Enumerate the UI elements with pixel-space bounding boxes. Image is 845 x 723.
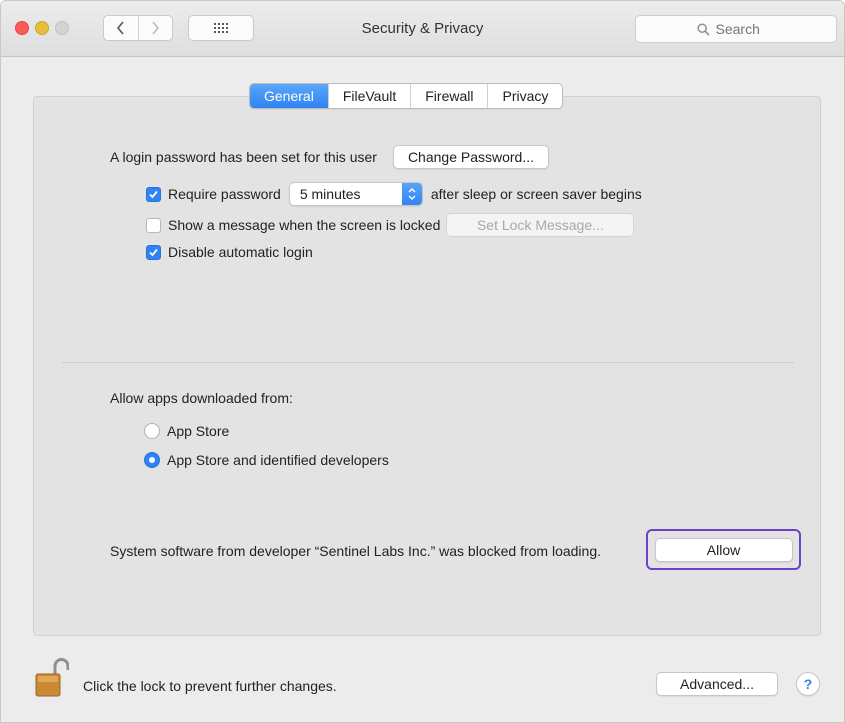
set-lock-message-button[interactable]: Set Lock Message...	[446, 213, 635, 237]
advanced-button[interactable]: Advanced...	[656, 672, 778, 696]
search-field[interactable]	[635, 15, 837, 43]
tab-filevault[interactable]: FileVault	[327, 84, 410, 108]
checkmark-icon	[149, 190, 158, 198]
require-password-checkbox[interactable]	[146, 186, 161, 202]
radio-identified-developers-row[interactable]: App Store and identified developers	[144, 452, 389, 468]
updown-arrows-icon	[401, 183, 422, 205]
radio-identified-developers-label: App Store and identified developers	[167, 452, 389, 468]
security-privacy-window: Security & Privacy General FileVault Fir…	[0, 0, 845, 723]
login-password-row: A login password has been set for this u…	[110, 145, 550, 169]
disable-auto-login-checkbox[interactable]	[146, 244, 161, 260]
login-password-text: A login password has been set for this u…	[110, 149, 377, 165]
lock-message: Click the lock to prevent further change…	[83, 678, 337, 694]
tab-firewall[interactable]: Firewall	[410, 84, 487, 108]
tab-privacy[interactable]: Privacy	[487, 84, 562, 108]
checkmark-icon	[149, 248, 158, 256]
tab-general[interactable]: General	[250, 84, 328, 108]
require-password-suffix: after sleep or screen saver begins	[430, 186, 642, 202]
search-icon	[696, 22, 710, 36]
blocked-software-message: System software from developer “Sentinel…	[110, 543, 602, 559]
disable-auto-login-label: Disable automatic login	[168, 244, 313, 260]
change-password-button[interactable]: Change Password...	[392, 145, 550, 169]
search-input[interactable]	[715, 21, 776, 37]
radio-app-store-label: App Store	[167, 423, 230, 439]
disable-auto-login-row: Disable automatic login	[146, 244, 313, 260]
section-divider	[62, 362, 794, 363]
allow-button-highlight: Allow	[646, 529, 801, 570]
radio-app-store[interactable]	[144, 423, 160, 439]
allow-apps-heading-row: Allow apps downloaded from:	[110, 390, 293, 406]
help-button[interactable]: ?	[796, 672, 820, 696]
show-message-label: Show a message when the screen is locked	[168, 217, 441, 233]
allow-apps-label: Allow apps downloaded from:	[110, 390, 293, 406]
general-panel: A login password has been set for this u…	[33, 96, 821, 636]
require-password-delay-value: 5 minutes	[299, 186, 361, 202]
radio-app-store-row[interactable]: App Store	[144, 423, 229, 439]
radio-identified-developers[interactable]	[144, 452, 160, 468]
show-message-checkbox[interactable]	[146, 217, 161, 233]
tab-bar: General FileVault Firewall Privacy	[249, 83, 564, 109]
show-message-row: Show a message when the screen is locked…	[146, 213, 635, 237]
require-password-row: Require password 5 minutes after sleep o…	[146, 182, 642, 206]
footer-bar: Click the lock to prevent further change…	[1, 641, 844, 722]
require-password-label: Require password	[168, 186, 281, 202]
require-password-delay-select[interactable]: 5 minutes	[288, 182, 423, 206]
allow-button[interactable]: Allow	[654, 537, 793, 562]
unlocked-padlock-icon[interactable]	[35, 657, 69, 697]
title-bar: Security & Privacy	[1, 1, 844, 57]
